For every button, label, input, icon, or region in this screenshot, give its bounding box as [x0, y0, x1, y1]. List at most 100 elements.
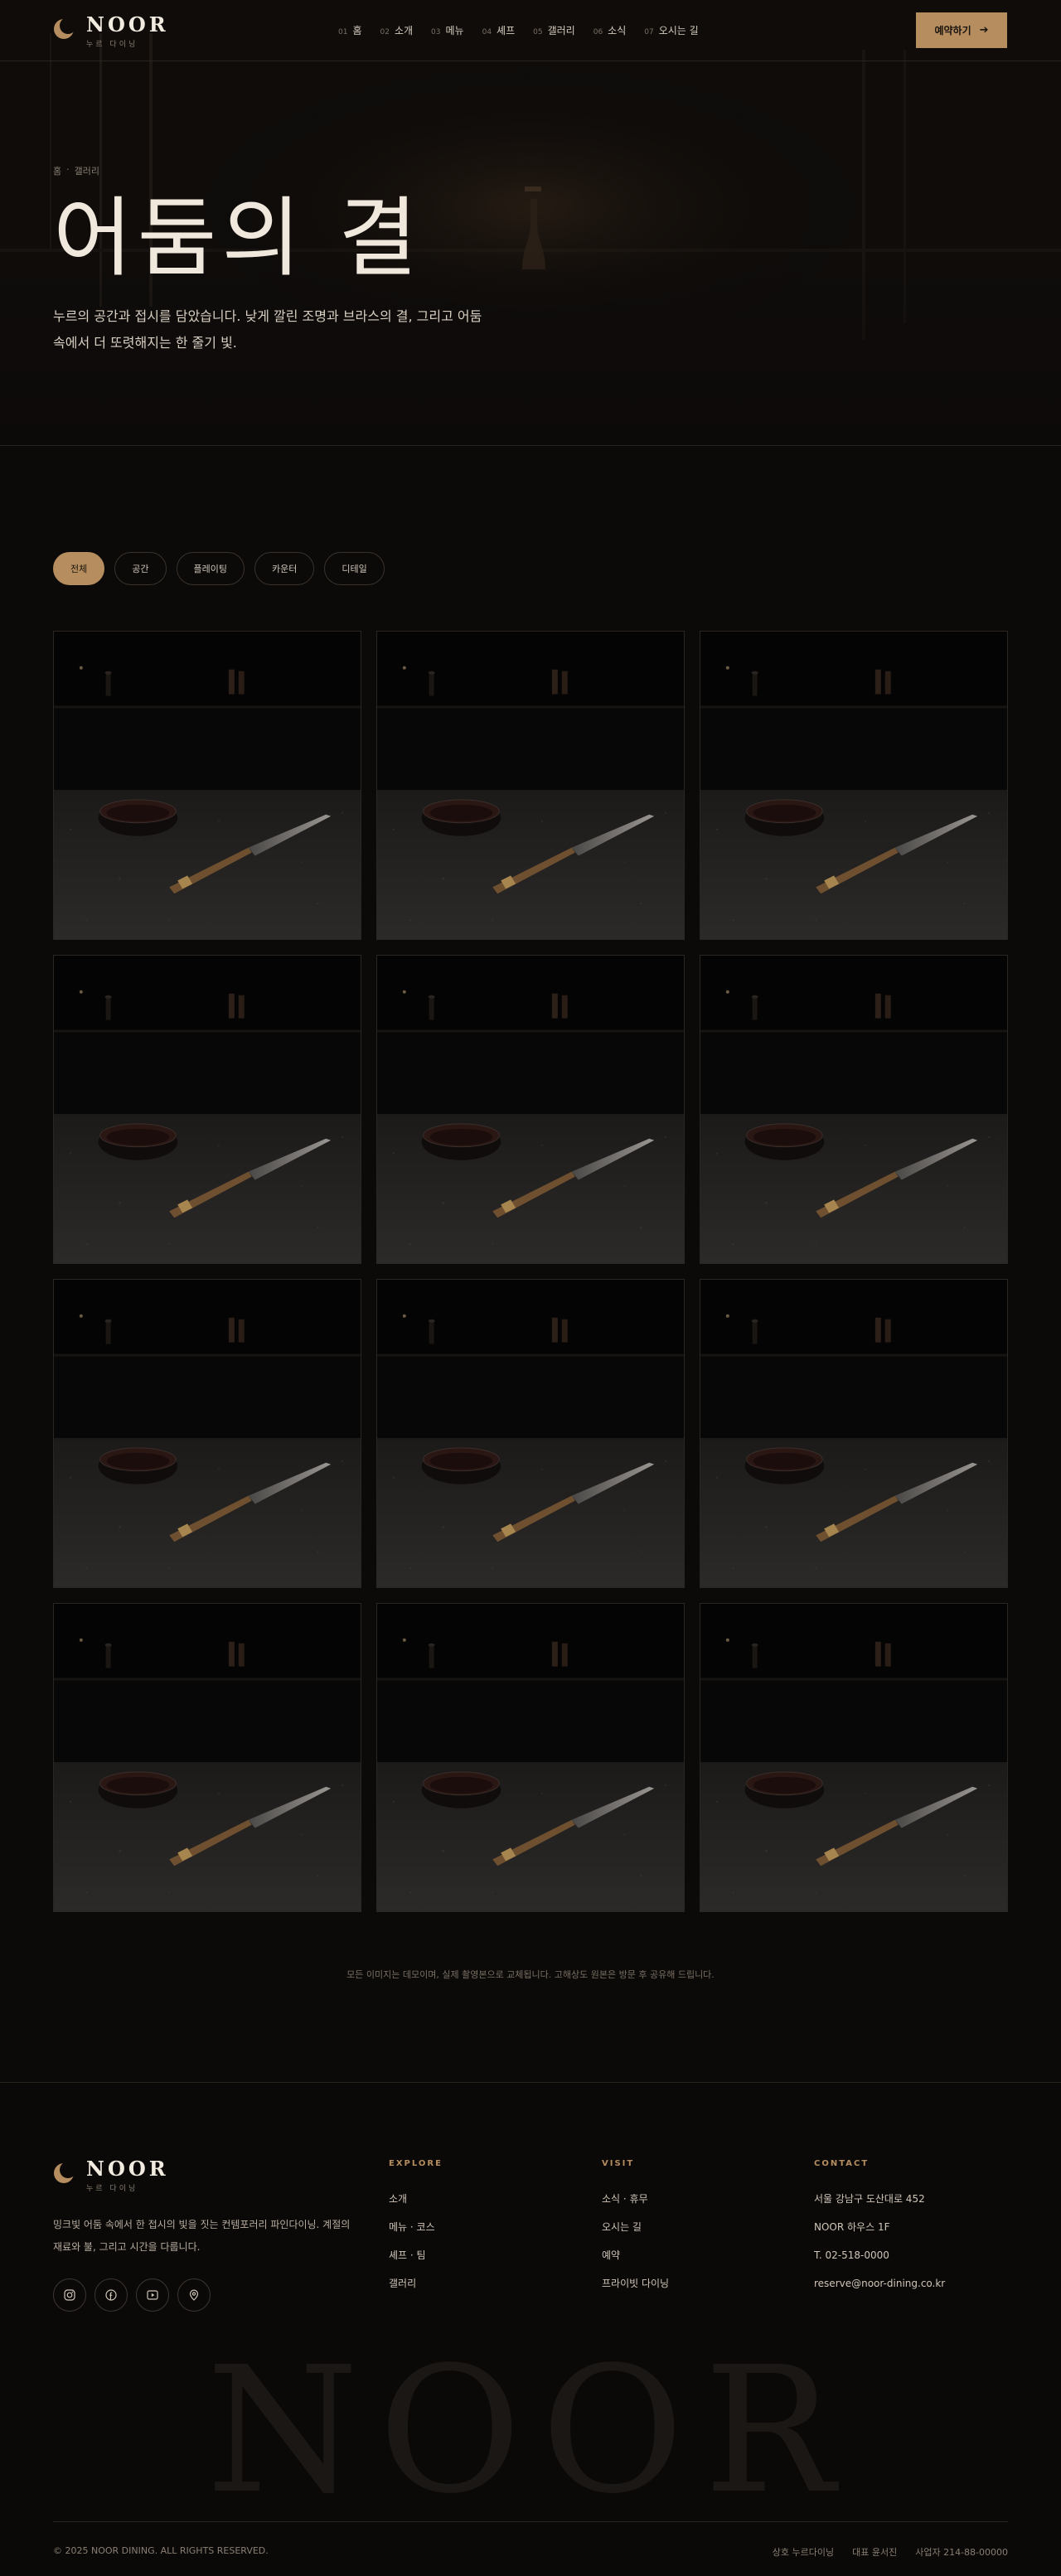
nav-label: 오시는 길 [658, 25, 699, 36]
gallery-note: 모든 이미지는 데모이며, 실제 촬영본으로 교체됩니다. 고해상도 원본은 방… [346, 1969, 715, 1980]
brand-subtitle: 누르 다이닝 [86, 41, 138, 49]
footer-tagline: 밍크빛 어둠 속에서 한 접시의 빛을 짓는 컨템포러리 파인다이닝. 계절의 … [53, 2219, 351, 2253]
footer-link-news[interactable]: 소식 · 휴무 [602, 2193, 669, 2206]
nav-item-news[interactable]: 06 소식 [593, 23, 627, 37]
footer-brand-subtitle: 누르 다이닝 [86, 2185, 138, 2193]
nav-item-home[interactable]: 01 홈 [338, 23, 362, 37]
gallery-tile[interactable] [53, 955, 361, 1264]
footer-link-menu[interactable]: 메뉴 · 코스 [389, 2221, 443, 2234]
hero-description: 누르의 공간과 접시를 담았습니다. 낮게 깔린 조명과 브라스의 결, 그리고… [53, 308, 482, 351]
nav-number: 03 [431, 28, 441, 36]
nav-label: 홈 [352, 25, 362, 36]
nav-item-menu[interactable]: 03 메뉴 [431, 23, 464, 37]
footer-link-gallery[interactable]: 갤러리 [389, 2278, 443, 2290]
business-ceo: 대표 윤서진 [852, 2547, 898, 2558]
nav-number: 07 [644, 28, 654, 36]
footer-explore-title: EXPLORE [389, 2159, 443, 2168]
page-title: 어둠의 결 [53, 187, 423, 288]
gallery-tile[interactable] [376, 631, 685, 940]
gallery-photo [700, 632, 1007, 939]
nav-item-about[interactable]: 02 소개 [380, 23, 414, 37]
nav-label: 소식 [608, 25, 627, 36]
gallery-tile[interactable] [376, 1279, 685, 1588]
main-nav: 01 홈 02 소개 03 메뉴 04 셰프 05 갤러리 06 소식 07 오시는 길 [338, 23, 699, 37]
footer-link-private[interactable]: 프라이빗 다이닝 [602, 2278, 669, 2290]
site-footer: NOOR NOOR 누르 다이닝 밍크빛 어둠 속에서 한 접시의 빛을 짓는 … [0, 2082, 1061, 2576]
filter-chip-counter[interactable]: 카운터 [254, 552, 315, 585]
business-name: 상호 누르다이닝 [772, 2547, 835, 2558]
brand-name: NOOR [86, 12, 169, 36]
footer-link-reserve[interactable]: 예약 [602, 2249, 669, 2262]
filter-chip-plating[interactable]: 플레이팅 [176, 552, 245, 585]
gallery-tile[interactable] [700, 1279, 1008, 1588]
nav-number: 05 [533, 28, 543, 36]
gallery-photo [377, 1280, 684, 1587]
facebook-icon[interactable] [94, 2278, 128, 2312]
nav-number: 01 [338, 28, 348, 36]
filter-chip-space[interactable]: 공간 [114, 552, 167, 585]
footer-divider [53, 2521, 1008, 2522]
footer-visit-column: VISIT 소식 · 휴무 오시는 길 예약 프라이빗 다이닝 [602, 2159, 669, 2306]
gallery-tile[interactable] [376, 1603, 685, 1912]
crescent-moon-icon [53, 17, 76, 40]
gallery-photo [700, 1280, 1007, 1587]
gallery-filter-bar: 전체 공간 플레이팅 카운터 디테일 [53, 552, 385, 585]
filter-chip-all[interactable]: 전체 [53, 552, 105, 585]
gallery-grid [53, 631, 1008, 1912]
location-pin-icon[interactable] [177, 2278, 211, 2312]
gallery-tile[interactable] [53, 631, 361, 940]
gallery-photo [54, 1604, 361, 1911]
nav-item-gallery[interactable]: 05 갤러리 [533, 23, 575, 37]
breadcrumb-current: 갤러리 [74, 166, 99, 177]
gallery-tile[interactable] [53, 1603, 361, 1912]
gallery-tile[interactable] [700, 1603, 1008, 1912]
site-header: NOOR 누르 다이닝 01 홈 02 소개 03 메뉴 04 셰프 05 갤러리 06 소… [0, 0, 1061, 61]
footer-address-line1: 서울 강남구 도산대로 452 [814, 2193, 925, 2205]
footer-watermark-word: NOOR [206, 2329, 855, 2532]
nav-number: 06 [593, 28, 603, 36]
footer-phone[interactable]: T. 02-518-0000 [814, 2249, 945, 2262]
footer-brand-logo[interactable]: NOOR 누르 다이닝 [53, 2157, 169, 2193]
gallery-tile[interactable] [376, 955, 685, 1264]
footer-contact-column: CONTACT 서울 강남구 도산대로 452 NOOR 하우스 1F T. 0… [814, 2159, 945, 2306]
footer-email[interactable]: reserve@noor-dining.co.kr [814, 2278, 945, 2290]
gallery-tile[interactable] [700, 631, 1008, 940]
youtube-icon[interactable] [136, 2278, 169, 2312]
nav-label: 소개 [394, 25, 414, 36]
gallery-photo [54, 956, 361, 1263]
nav-number: 02 [380, 28, 390, 36]
filter-chip-detail[interactable]: 디테일 [324, 552, 385, 585]
social-links [53, 2278, 211, 2312]
breadcrumb-home[interactable]: 홈 [53, 164, 61, 177]
crescent-moon-icon [53, 2162, 76, 2184]
business-info: 상호 누르다이닝 대표 윤서진 사업자 214-88-00000 [773, 2545, 1008, 2559]
instagram-icon[interactable] [53, 2278, 86, 2312]
footer-link-about[interactable]: 소개 [389, 2193, 443, 2206]
nav-item-chef[interactable]: 04 셰프 [482, 23, 516, 37]
reserve-button-label: 예약하기 [934, 25, 971, 36]
breadcrumb-separator: · [66, 164, 70, 175]
gallery-photo [54, 632, 361, 939]
business-registration: 사업자 214-88-00000 [915, 2547, 1008, 2558]
nav-item-location[interactable]: 07 오시는 길 [644, 23, 698, 37]
gallery-photo [700, 1604, 1007, 1911]
nav-number: 04 [482, 28, 492, 36]
footer-contact-title: CONTACT [814, 2159, 870, 2168]
footer-link-chef[interactable]: 셰프 · 팀 [389, 2249, 443, 2262]
copyright-text: © 2025 NOOR DINING. ALL RIGHTS RESERVED. [53, 2545, 269, 2556]
gallery-tile[interactable] [700, 955, 1008, 1264]
reserve-button[interactable]: 예약하기 ➔ [916, 12, 1007, 48]
gallery-tile[interactable] [53, 1279, 361, 1588]
footer-link-location[interactable]: 오시는 길 [602, 2221, 669, 2234]
breadcrumb: 홈 · 갤러리 [53, 164, 99, 177]
brand-logo[interactable]: NOOR 누르 다이닝 [53, 13, 169, 49]
footer-brand-name: NOOR [86, 2157, 169, 2181]
hero-section: 홈 · 갤러리 어둠의 결 누르의 공간과 접시를 담았습니다. 낮게 깔린 조… [0, 0, 1061, 446]
gallery-photo [377, 1604, 684, 1911]
nav-label: 갤러리 [547, 25, 575, 36]
nav-label: 메뉴 [445, 25, 464, 36]
footer-visit-title: VISIT [602, 2159, 635, 2168]
nav-label: 셰프 [497, 25, 516, 36]
gallery-photo [54, 1280, 361, 1587]
arrow-right-icon: ➔ [979, 24, 989, 36]
